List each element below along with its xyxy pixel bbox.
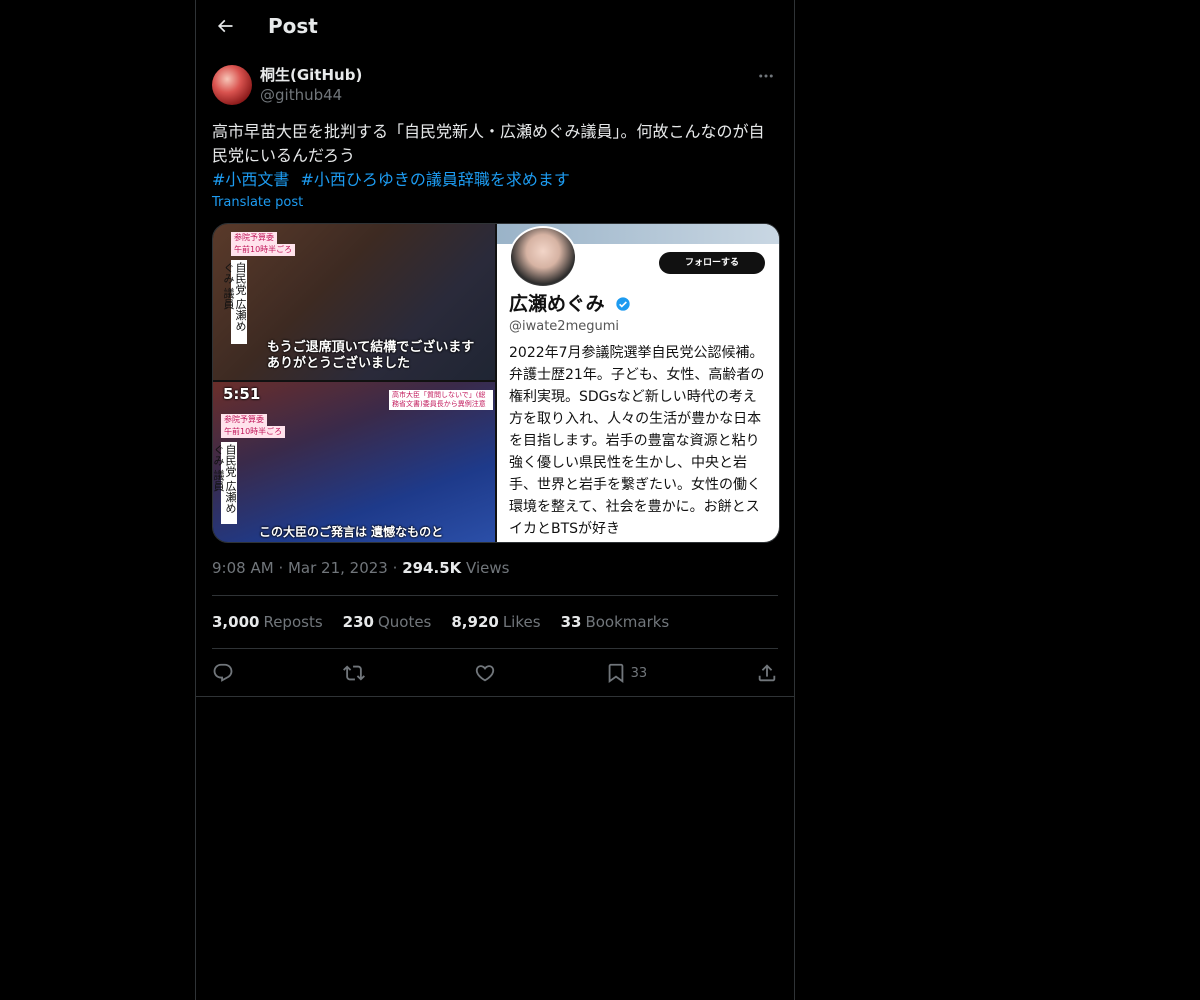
profile-name: 広瀬めぐみ: [509, 292, 631, 316]
likes-stat[interactable]: 8,920 Likes: [451, 612, 540, 632]
separator-dot: ·: [278, 559, 288, 577]
program-tag: 参院予算委: [231, 232, 277, 244]
reposts-label: Reposts: [263, 613, 323, 631]
heart-icon: [475, 665, 494, 682]
profile-handle: @iwate2megumi: [509, 319, 620, 334]
bookmarks-stat[interactable]: 33 Bookmarks: [561, 612, 670, 632]
page-title: Post: [268, 14, 318, 38]
media-tv-screenshot-top: 参院予算委 午前10時半ごろ 自民党 広瀬めぐみ 議員 もうご退席頂いて結構でご…: [213, 224, 495, 380]
post-time[interactable]: 9:08 AM: [212, 559, 274, 577]
media-profile-card: フォローする 広瀬めぐみ @iwate2megumi 2022年7月参議院選挙自…: [497, 224, 779, 542]
news-headline: 高市大臣「質問しないで」(総務省文書)委員長から異例注意: [389, 390, 493, 410]
bookmark-count: 33: [630, 665, 648, 681]
bookmark-button[interactable]: 33: [605, 662, 648, 684]
divider: [212, 648, 778, 649]
media-image[interactable]: 参院予算委 午前10時半ごろ 自民党 広瀬めぐみ 議員 もうご退席頂いて結構でご…: [212, 223, 780, 543]
post-column: Post 桐生(GitHub) @github44 高市早苗大臣を批判する「自民…: [195, 0, 795, 1000]
views-count: 294.5K: [402, 559, 462, 577]
views-label: Views: [466, 559, 510, 577]
verified-badge-icon: [616, 297, 630, 311]
avatar[interactable]: [212, 65, 252, 105]
bookmark-icon: [608, 663, 623, 684]
profile-name-text: 広瀬めぐみ: [509, 293, 605, 315]
quotes-label: Quotes: [377, 613, 432, 631]
author-row: 桐生(GitHub) @github44: [212, 64, 778, 108]
repost-button[interactable]: [342, 662, 365, 684]
subtitle-caption: この大臣のご発言は 遺憾なものと: [259, 525, 444, 539]
media-tv-screenshot-bottom: 5:51 参院予算委 午前10時半ごろ 自民党 広瀬めぐみ 議員 高市大臣「質問…: [213, 382, 495, 542]
like-button[interactable]: [474, 662, 496, 684]
arrow-left-icon: [217, 19, 233, 33]
tweet-text: 高市早苗大臣を批判する「自民党新人・広瀬めぐみ議員」。何故こんなのが自民党にいる…: [212, 122, 765, 165]
divider: [196, 696, 794, 697]
likes-label: Likes: [502, 613, 541, 631]
divider: [212, 595, 778, 596]
program-tag: 参院予算委: [221, 414, 267, 426]
author-handle[interactable]: @github44: [260, 85, 342, 105]
time-tag: 午前10時半ごろ: [231, 244, 296, 256]
profile-bio: 2022年7月参議院選挙自民党公認候補。弁護士歴21年。子ども、女性、高齢者の権…: [509, 345, 765, 537]
back-button[interactable]: [208, 9, 242, 43]
reply-button[interactable]: [212, 662, 234, 684]
author-display-name[interactable]: 桐生(GitHub): [260, 65, 362, 85]
post-header: Post: [196, 0, 794, 53]
time-tag: 午前10時半ごろ: [221, 426, 286, 438]
post-date[interactable]: Mar 21, 2023: [288, 559, 388, 577]
speaker-name-vertical: 自民党 広瀬めぐみ 議員: [222, 260, 247, 344]
share-icon: [758, 664, 776, 682]
profile-picture: [509, 226, 577, 288]
quotes-stat[interactable]: 230 Quotes: [343, 612, 432, 632]
hashtag-line: #小西文書 #小西ひろゆきの議員辞職を求めます: [212, 168, 778, 192]
more-options-button[interactable]: [754, 64, 778, 88]
more-icon: [759, 74, 773, 78]
reposts-count: 3,000: [212, 613, 260, 631]
repost-icon: [342, 665, 365, 681]
subtitle-caption: もうご退席頂いて結構でございます ありがとうございました: [267, 340, 475, 371]
separator-dot: ·: [392, 559, 403, 577]
quotes-count: 230: [342, 613, 374, 631]
reposts-stat[interactable]: 3,000 Reposts: [212, 612, 323, 632]
share-button[interactable]: [756, 662, 778, 684]
translate-post-link[interactable]: Translate post: [212, 194, 303, 212]
likes-count: 8,920: [451, 613, 499, 631]
hashtag-link[interactable]: #小西文書: [212, 170, 289, 189]
bookmarks-label: Bookmarks: [585, 613, 670, 631]
hashtag-link[interactable]: #小西ひろゆきの議員辞職を求めます: [301, 170, 570, 189]
reply-icon: [213, 663, 233, 682]
video-time: 5:51: [223, 385, 261, 403]
action-bar: 33: [212, 656, 778, 690]
follow-button-image: フォローする: [659, 252, 765, 274]
bookmarks-count: 33: [560, 613, 582, 631]
post-timestamp: 9:08 AM · Mar 21, 2023 · 294.5K Views: [212, 558, 509, 578]
engagement-stats: 3,000 Reposts 230 Quotes 8,920 Likes 33 Book…: [212, 612, 669, 632]
speaker-name-vertical: 自民党 広瀬めぐみ 議員: [213, 442, 237, 524]
